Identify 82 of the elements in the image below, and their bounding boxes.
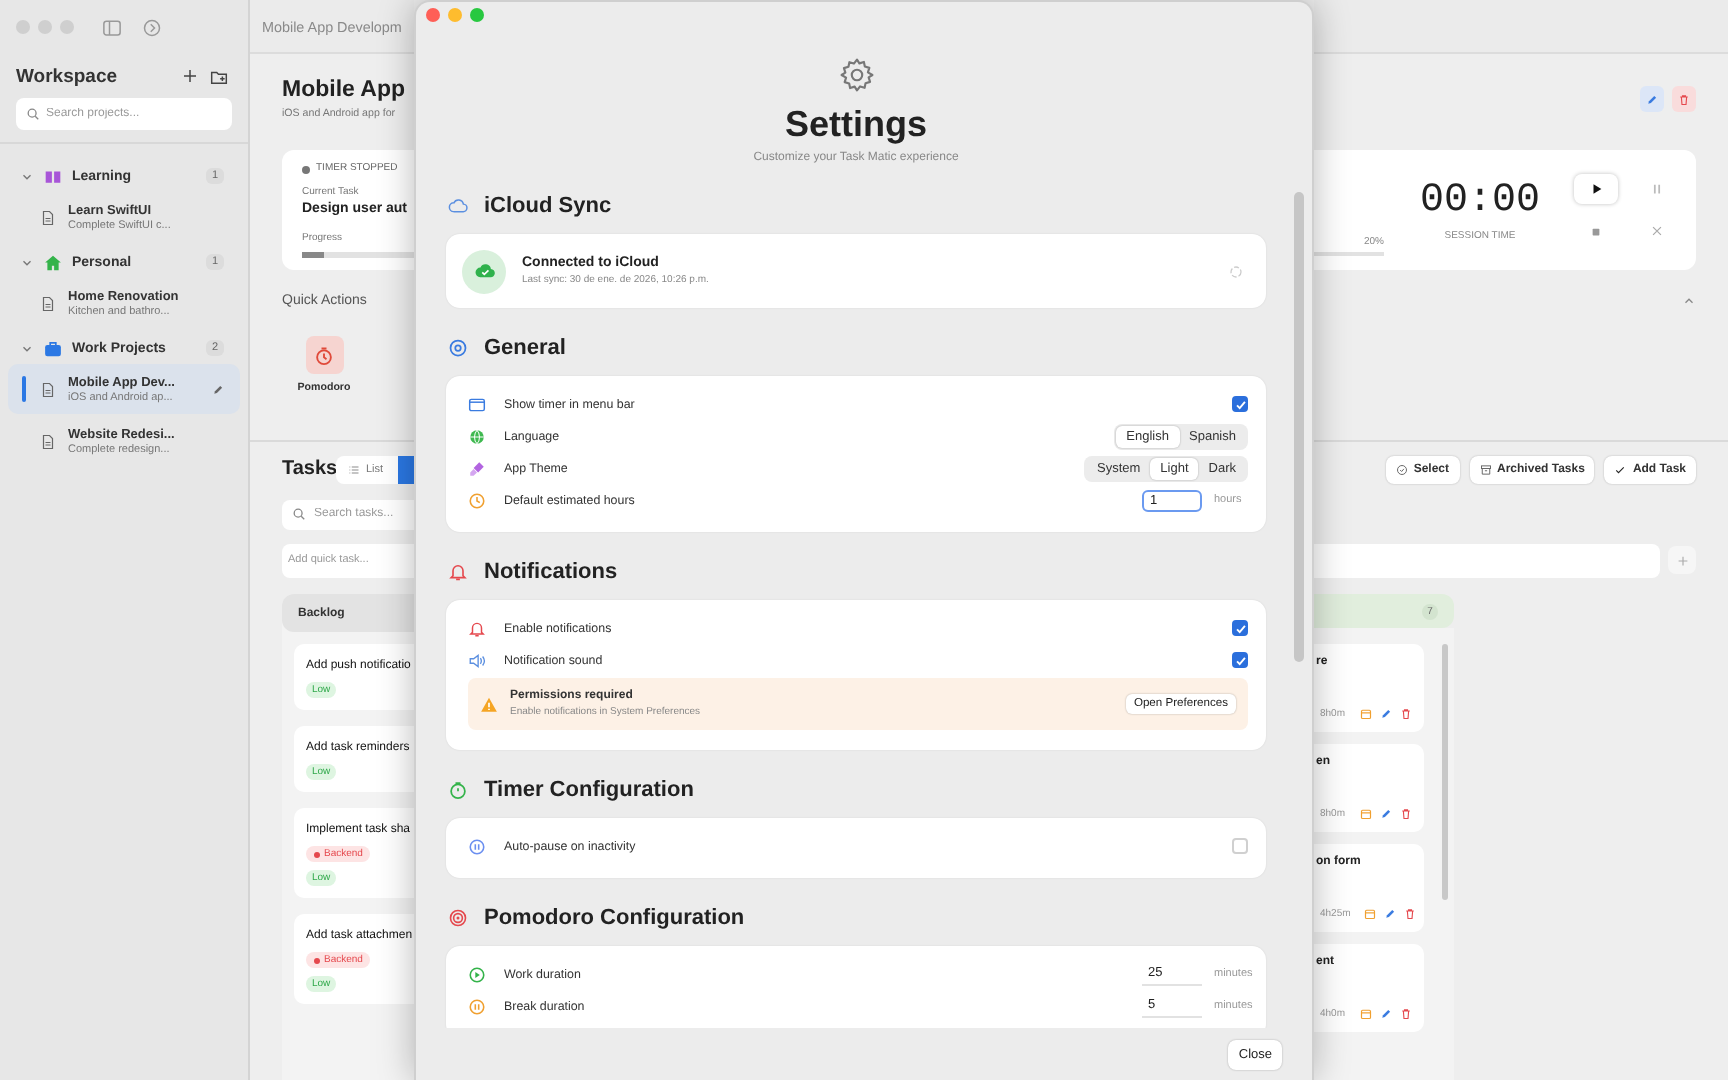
checkmark-icon bbox=[1614, 463, 1627, 475]
speaker-icon bbox=[468, 651, 486, 669]
plus-icon[interactable] bbox=[182, 68, 198, 84]
briefcase-icon bbox=[44, 339, 62, 357]
play-icon bbox=[1589, 182, 1603, 196]
section-title: iCloud Sync bbox=[484, 194, 612, 218]
document-icon bbox=[40, 209, 56, 225]
bell-icon bbox=[448, 562, 468, 582]
pomodoro-button[interactable] bbox=[305, 336, 343, 374]
check-circle-icon bbox=[1395, 463, 1408, 475]
brush-icon bbox=[468, 459, 486, 477]
target-icon bbox=[448, 908, 468, 928]
timer-icon bbox=[448, 780, 468, 800]
trash-icon[interactable] bbox=[1399, 1008, 1412, 1020]
scroll-bar[interactable] bbox=[1294, 192, 1304, 662]
pencil-icon bbox=[1646, 93, 1658, 105]
document-icon bbox=[40, 295, 56, 311]
settings-icon bbox=[837, 56, 875, 94]
document-icon bbox=[40, 433, 56, 449]
view-tab[interactable] bbox=[398, 455, 414, 483]
close-icon bbox=[1649, 224, 1663, 238]
checkbox[interactable] bbox=[1232, 620, 1248, 636]
chevron-up-icon[interactable] bbox=[1682, 294, 1696, 308]
section-title: Notifications bbox=[484, 560, 618, 584]
settings-title: Settings bbox=[784, 102, 927, 146]
calendar-icon[interactable] bbox=[1359, 808, 1372, 820]
cloud-check-icon bbox=[462, 249, 506, 293]
chevron-icon[interactable] bbox=[20, 169, 34, 183]
zoom-button[interactable] bbox=[470, 8, 484, 22]
chevron-icon[interactable] bbox=[20, 341, 34, 355]
checkbox[interactable] bbox=[1232, 652, 1248, 668]
bell-icon bbox=[468, 619, 486, 637]
folder-plus-icon[interactable] bbox=[210, 67, 228, 85]
chevron-icon[interactable] bbox=[20, 255, 34, 269]
trash-icon bbox=[1678, 93, 1690, 105]
close-button[interactable] bbox=[426, 8, 440, 22]
pencil-icon[interactable] bbox=[1384, 908, 1397, 920]
pause-circle-icon bbox=[468, 837, 486, 855]
pencil-icon[interactable] bbox=[1379, 708, 1392, 720]
delete-button[interactable] bbox=[1672, 86, 1696, 112]
clock-icon bbox=[468, 491, 486, 509]
stop-icon bbox=[1590, 225, 1602, 237]
checkbox[interactable] bbox=[1232, 396, 1248, 412]
trash-icon[interactable] bbox=[1399, 808, 1412, 820]
scroll-bar[interactable] bbox=[1442, 644, 1448, 900]
archive-icon bbox=[1479, 463, 1492, 475]
timer-icon bbox=[314, 345, 334, 365]
globe-icon bbox=[468, 427, 486, 445]
session-time: 00:00 bbox=[1419, 179, 1540, 223]
list-icon bbox=[348, 463, 360, 475]
section-title: Timer Configuration bbox=[484, 778, 694, 802]
calendar-icon[interactable] bbox=[1364, 908, 1377, 920]
pencil-icon[interactable] bbox=[1379, 1008, 1392, 1020]
sidebar-title: Workspace bbox=[16, 65, 118, 87]
calendar-icon[interactable] bbox=[1359, 708, 1372, 720]
pause-icon bbox=[1649, 182, 1663, 196]
section-title: General bbox=[484, 336, 566, 360]
spinner-icon bbox=[1228, 263, 1244, 279]
quick-task-field[interactable] bbox=[1314, 543, 1660, 577]
trash-icon[interactable] bbox=[1404, 908, 1417, 920]
pencil-icon[interactable] bbox=[212, 383, 224, 395]
section-title: Pomodoro Configuration bbox=[484, 906, 745, 930]
tasks-title: Tasks bbox=[282, 458, 336, 480]
sidebar-icon[interactable] bbox=[102, 17, 122, 37]
play-circle-icon bbox=[468, 965, 486, 983]
trash-icon[interactable] bbox=[1399, 708, 1412, 720]
search-icon bbox=[26, 107, 40, 121]
cloud-icon bbox=[448, 196, 468, 216]
status-dot bbox=[302, 165, 310, 173]
edit-button[interactable] bbox=[1640, 86, 1664, 112]
book-icon bbox=[44, 167, 62, 185]
monitor-icon bbox=[468, 395, 486, 413]
calendar-icon[interactable] bbox=[1359, 1008, 1372, 1020]
search-icon bbox=[292, 507, 306, 521]
warning-icon bbox=[480, 695, 498, 713]
play-button[interactable] bbox=[1574, 174, 1618, 204]
plus-icon bbox=[1675, 553, 1689, 567]
project-title: Mobile App bbox=[282, 76, 408, 104]
pencil-icon[interactable] bbox=[1379, 808, 1392, 820]
pause-circle-icon bbox=[468, 997, 486, 1015]
document-icon bbox=[40, 381, 56, 397]
house-icon bbox=[44, 253, 62, 271]
